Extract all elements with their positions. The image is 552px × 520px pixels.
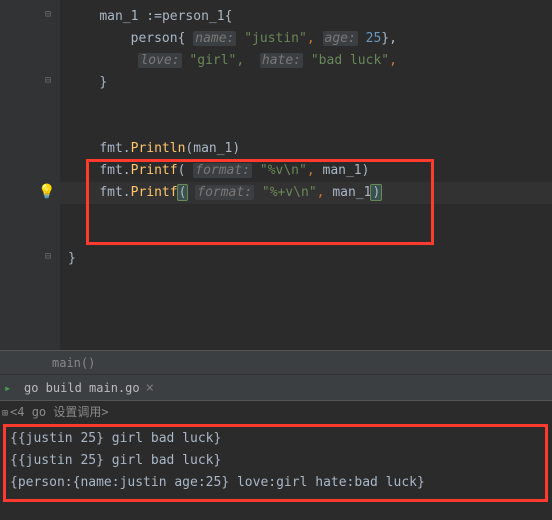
expand-icon[interactable]: ⊞ bbox=[2, 408, 8, 419]
code-line[interactable] bbox=[60, 204, 552, 226]
code-line[interactable]: } bbox=[60, 72, 552, 94]
run-icon: ▸ bbox=[4, 381, 18, 395]
output-line: {{justin 25} girl bad luck} bbox=[10, 428, 552, 450]
console-header[interactable]: ⊞<4 go 设置调用> bbox=[0, 400, 552, 422]
output-line: {person:{name:justin age:25} love:girl h… bbox=[10, 472, 552, 494]
console-output[interactable]: {{justin 25} girl bad luck} {{justin 25}… bbox=[0, 422, 552, 520]
code-line[interactable]: fmt.Printf( format: "%v\n", man_1) bbox=[60, 160, 552, 182]
code-line[interactable]: man_1 :=person_1{ bbox=[60, 6, 552, 28]
breadcrumb[interactable]: main() bbox=[0, 350, 552, 374]
code-line[interactable] bbox=[60, 116, 552, 138]
code-line[interactable] bbox=[60, 226, 552, 248]
code-line[interactable] bbox=[60, 94, 552, 116]
breadcrumb-item[interactable]: main() bbox=[52, 356, 95, 370]
code-editor[interactable]: ⊟ ⊟ 💡 ⊟ man_1 :=person_1{ person{ name: … bbox=[0, 0, 552, 350]
code-line[interactable]: fmt.Println(man_1) bbox=[60, 138, 552, 160]
output-line: {{justin 25} girl bad luck} bbox=[10, 450, 552, 472]
fold-close-icon[interactable]: ⊟ bbox=[42, 75, 54, 87]
code-line[interactable]: person{ name: "justin", age: 25}, bbox=[60, 28, 552, 50]
run-tab-label[interactable]: go build main.go bbox=[24, 381, 140, 395]
fold-open-icon[interactable]: ⊟ bbox=[42, 9, 54, 21]
lightbulb-icon[interactable]: 💡 bbox=[38, 184, 52, 198]
close-icon[interactable]: × bbox=[146, 380, 154, 396]
code-line[interactable]: } bbox=[60, 248, 552, 270]
code-line[interactable]: fmt.Printf( format: "%+v\n", man_1) bbox=[60, 182, 552, 204]
fold-close-icon[interactable]: ⊟ bbox=[42, 251, 54, 263]
gutter: ⊟ ⊟ 💡 ⊟ bbox=[0, 0, 60, 350]
code-content[interactable]: man_1 :=person_1{ person{ name: "justin"… bbox=[60, 0, 552, 350]
code-line[interactable]: love: "girl", hate: "bad luck", bbox=[60, 50, 552, 72]
run-tab-bar: ▸ go build main.go × bbox=[0, 374, 552, 400]
